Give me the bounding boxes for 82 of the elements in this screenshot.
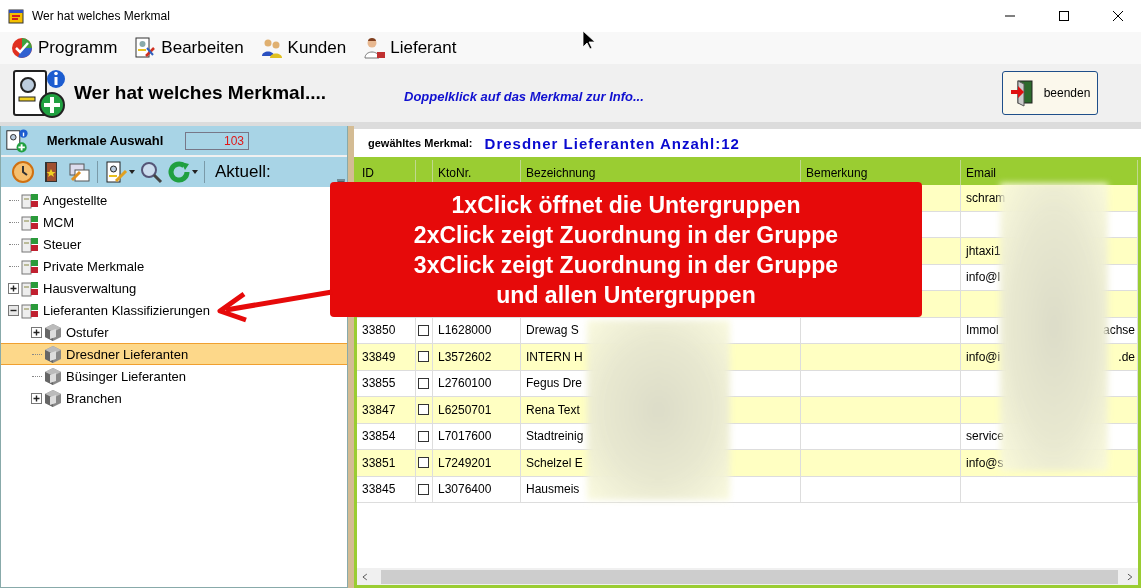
checkbox[interactable]	[418, 404, 429, 416]
clock-icon[interactable]	[11, 160, 35, 184]
tree-item[interactable]: Hausverwaltung	[1, 277, 141, 299]
caret-icon[interactable]	[192, 170, 198, 174]
menu-item[interactable]: Programm	[10, 36, 118, 60]
checkbox[interactable]	[418, 430, 429, 442]
cards-icon	[21, 191, 39, 209]
callout-text: 2xClick zeigt Zuordnung in der Gruppe	[413, 220, 839, 250]
checkbox[interactable]	[418, 483, 429, 495]
table-cell: achse	[1102, 323, 1135, 338]
table-cell: Immol	[966, 323, 999, 338]
cards-icon	[21, 279, 39, 297]
table-cell: schram	[966, 190, 1006, 205]
table-cell: 33851	[357, 450, 416, 477]
table-cell: L6250701	[433, 397, 521, 424]
tree-item[interactable]: Büsinger Lieferanten	[1, 365, 190, 387]
cards-icon	[21, 235, 39, 253]
expand-icon[interactable]	[31, 326, 42, 338]
table-cell: service	[966, 429, 1004, 444]
exit-door-icon	[1009, 79, 1034, 107]
document-pencil-icon[interactable]	[104, 160, 128, 184]
tree-item[interactable]: Steuer	[1, 233, 86, 255]
menu-item[interactable]: Bearbeiten	[133, 36, 244, 60]
table-cell: info@s	[966, 455, 1004, 470]
cube-icon	[44, 389, 62, 407]
tree-item[interactable]: Branchen	[1, 387, 126, 409]
tree-item[interactable]: Private Merkmale	[1, 255, 149, 277]
search-icon[interactable]	[139, 160, 163, 184]
expand-icon[interactable]	[31, 392, 42, 404]
checkbox[interactable]	[418, 324, 429, 336]
tree-item[interactable]: MCM	[1, 211, 79, 233]
person-icon	[362, 36, 387, 60]
app-icon	[8, 8, 24, 24]
scroll-right-icon[interactable]	[1126, 572, 1134, 581]
table-cell: jhtaxi1	[966, 243, 1001, 258]
pie-chart-icon	[10, 36, 34, 60]
cube-icon	[44, 323, 62, 341]
selected-value: Dresdner Lieferanten Anzahl:12	[484, 134, 740, 152]
table-cell: .de	[1118, 349, 1135, 364]
field-label: gewähltes Merkmal:	[368, 137, 473, 149]
cube-icon	[44, 345, 62, 363]
close-icon	[1113, 11, 1123, 21]
table-cell: info@l	[966, 270, 1001, 285]
table-cell: 33845	[357, 476, 416, 503]
caret-icon[interactable]	[129, 170, 135, 174]
menu-item[interactable]: Kunden	[259, 36, 347, 60]
table-cell: L3076400	[433, 476, 521, 503]
menu-item[interactable]: Lieferant	[362, 36, 457, 60]
window-title: Wer hat welches Merkmal	[32, 9, 171, 23]
callout-text: und allen Untergruppen	[496, 280, 756, 310]
maximize-icon	[1059, 11, 1069, 21]
scroll-left-icon[interactable]	[361, 572, 369, 581]
table-cell: L3572602	[433, 344, 521, 371]
document-wrench-icon	[133, 36, 158, 60]
scrollbar[interactable]	[357, 568, 1138, 585]
callout-text: 1xClick öffnet die Untergruppen	[451, 190, 801, 220]
quit-button[interactable]: beenden	[1002, 71, 1098, 115]
panel-title: Merkmale Auswahl	[45, 133, 165, 148]
info-card-icon	[10, 67, 66, 119]
table-cell: 33847	[357, 397, 416, 424]
tree-item[interactable]: Dresdner Lieferanten	[1, 343, 347, 365]
hint-text: Doppelklick auf das Merkmal zur Info...	[404, 88, 645, 104]
table-cell: L7249201	[433, 450, 521, 477]
checkbox[interactable]	[418, 377, 429, 389]
callout-text: 3xClick zeigt Zuordnung in der Gruppe	[413, 250, 839, 280]
expand-icon[interactable]	[8, 282, 19, 294]
cube-icon	[44, 367, 62, 385]
count-field: 103	[185, 131, 249, 150]
tree-item[interactable]: Angestellte	[1, 189, 112, 211]
tree-item[interactable]: Ostufer	[1, 321, 113, 343]
page-title: Wer hat welches Merkmal....	[74, 82, 328, 104]
checkbox[interactable]	[418, 457, 429, 469]
info-card-icon	[5, 127, 29, 154]
checkbox[interactable]	[418, 351, 429, 363]
cards-icon	[21, 213, 39, 231]
table-cell: 33849	[357, 344, 416, 371]
table-cell: info@i	[966, 349, 1001, 364]
collapse-icon[interactable]	[8, 304, 19, 316]
cards-icon	[21, 257, 39, 275]
tree-item[interactable]: Lieferanten Klassifizierungen	[1, 299, 214, 321]
toolbar-label: Aktuell:	[215, 162, 271, 182]
cards-icon	[21, 301, 39, 319]
